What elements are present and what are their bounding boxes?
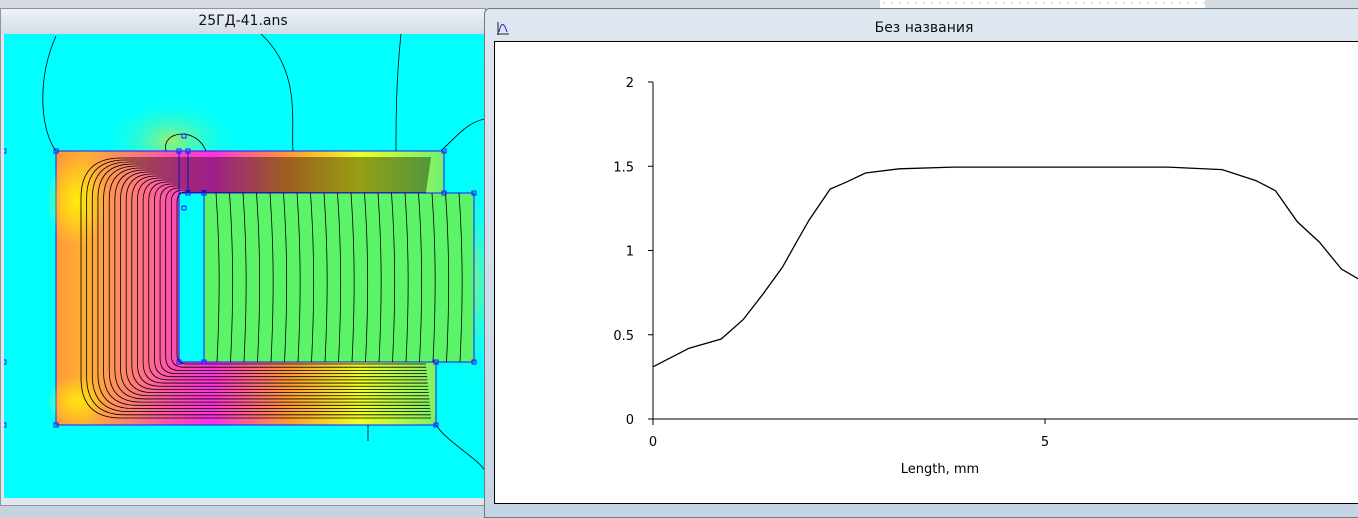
y-tick-label: 0.5 [613,329,634,344]
window-title[interactable]: Без названия [485,9,1358,41]
chart-window[interactable]: Без названия 0 0.5 1 1.5 2 0 5 Length, mm [484,8,1358,518]
y-tick-label: 0 [626,413,634,428]
plot-area[interactable]: 0 0.5 1 1.5 2 0 5 Length, mm [494,41,1358,504]
x-axis-label: Length, mm [901,462,979,477]
y-tick-label: 1 [626,245,634,260]
background-desktop [0,0,1358,8]
x-tick-label: 5 [1041,435,1049,450]
y-tick-label: 2 [626,76,634,91]
field-plot[interactable] [4,34,485,498]
line-chart: 0 0.5 1 1.5 2 0 5 Length, mm [495,42,1358,503]
y-tick-label: 1.5 [613,160,634,175]
dotted-grid-area [880,0,1205,8]
field-plot-window[interactable]: 25ГД-41.ans [0,8,486,506]
air-gap [179,193,204,362]
chart-plot-icon[interactable] [495,20,511,36]
window-title[interactable]: 25ГД-41.ans [1,9,485,34]
x-tick-label: 0 [649,435,657,450]
data-series-line [653,167,1358,367]
